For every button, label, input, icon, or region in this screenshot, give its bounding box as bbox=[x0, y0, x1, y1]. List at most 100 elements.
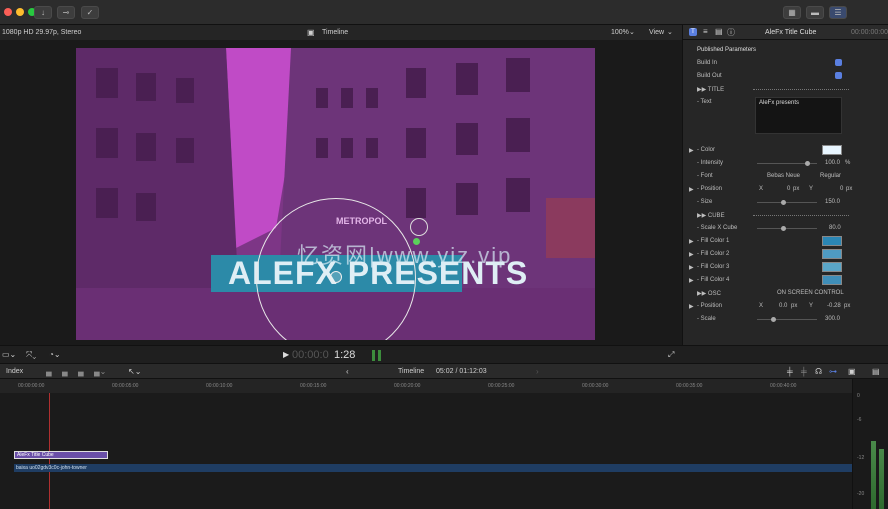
insert-clip-icon[interactable]: ▄ bbox=[62, 367, 68, 376]
disclosure-icon[interactable]: ▶ bbox=[689, 147, 694, 154]
font-row: - Font Bebas Neue Regular bbox=[697, 173, 842, 179]
title-clip[interactable]: AleFx Title Cube bbox=[14, 451, 108, 459]
timecode-prefix: 00:00:0 bbox=[292, 349, 329, 361]
build-out-row: Build Out bbox=[683, 70, 888, 83]
build-in-checkbox[interactable] bbox=[835, 59, 842, 66]
chevron-down-icon: ⌄ bbox=[667, 29, 673, 36]
import-icon[interactable]: ↓ bbox=[34, 6, 52, 19]
viewer-title: Timeline bbox=[322, 29, 349, 36]
osc-group-row: ▶▶ OSC ON SCREEN CONTROL bbox=[697, 290, 844, 297]
browser-toggle-icon[interactable]: ▦ bbox=[783, 6, 801, 19]
title-bar: ↓ ⊸ ✓ ▦ ▬ ☰ bbox=[0, 0, 888, 25]
append-clip-icon[interactable]: ▄ bbox=[78, 367, 84, 376]
ruler-tick: 00:00:15:00 bbox=[300, 383, 327, 389]
view-options-icon[interactable]: ▭⌄ bbox=[2, 350, 16, 359]
zoom-dropdown[interactable]: 100% bbox=[611, 29, 629, 36]
video-waveform-icon[interactable]: ╪ bbox=[787, 367, 793, 376]
ruler-tick: 00:00:35:00 bbox=[676, 383, 703, 389]
scale-x-row: - Scale X Cube 80.0 bbox=[697, 225, 841, 231]
forward-icon[interactable]: › bbox=[536, 367, 539, 376]
color-row: ▶ - Color bbox=[683, 144, 888, 157]
fill-color-1-swatch[interactable] bbox=[822, 236, 842, 246]
meter-bar-left bbox=[871, 441, 876, 509]
awning bbox=[546, 198, 595, 258]
ruler-tick: 00:00:40:00 bbox=[770, 383, 797, 389]
disclosure-icon[interactable]: ▶ bbox=[689, 186, 694, 193]
fill-color-3-swatch[interactable] bbox=[822, 262, 842, 272]
transform-icon[interactable]: ⤧⌄ bbox=[26, 350, 36, 360]
ruler-tick: 00:00:00:00 bbox=[18, 383, 45, 389]
index-button[interactable]: Index bbox=[6, 368, 23, 375]
play-button[interactable]: ▶ bbox=[283, 350, 289, 359]
inspector-title: AleFx Title Cube bbox=[765, 29, 817, 36]
video-inspector-icon[interactable]: ▤ bbox=[715, 27, 723, 36]
inspector-toggle-icon[interactable]: ☰ bbox=[829, 6, 847, 19]
title-inspector-icon[interactable]: T bbox=[689, 28, 697, 36]
color-swatch[interactable] bbox=[822, 145, 842, 155]
fill-color-3-row: ▶ - Fill Color 3 bbox=[683, 261, 888, 274]
fill-color-2-swatch[interactable] bbox=[822, 249, 842, 259]
clip-appearance-icon[interactable]: ▣ bbox=[848, 367, 856, 376]
skimming-icon[interactable]: ╪ bbox=[801, 367, 807, 376]
select-tool-icon[interactable]: ↖⌄ bbox=[128, 367, 141, 376]
fill-color-2-row: ▶ - Fill Color 2 bbox=[683, 248, 888, 261]
view-dropdown[interactable]: View bbox=[649, 29, 664, 36]
ruler-tick: 00:00:30:00 bbox=[582, 383, 609, 389]
speed-icon[interactable]: ◔⌄ bbox=[49, 350, 61, 359]
timeline-toggle-icon[interactable]: ▬ bbox=[806, 6, 824, 19]
keyword-icon[interactable]: ⊸ bbox=[57, 6, 75, 19]
build-out-checkbox[interactable] bbox=[835, 72, 842, 79]
background-tasks-icon[interactable]: ✓ bbox=[81, 6, 99, 19]
audio-meter-right bbox=[378, 350, 381, 361]
video-frame[interactable]: METROPOL ALEFX PRESENTS 忆资网|www.yiz.vip bbox=[76, 48, 595, 340]
clapper-icon: ▣ bbox=[307, 28, 315, 37]
effects-browser-icon[interactable]: ▤ bbox=[872, 367, 880, 376]
timeline-ruler[interactable]: 00:00:00:00 00:00:05:00 00:00:10:00 00:0… bbox=[0, 379, 852, 393]
scale-row: - Scale 300.0 bbox=[697, 316, 841, 322]
title-group-row[interactable]: ▶▶ TITLE bbox=[683, 83, 888, 96]
snapping-icon[interactable]: ⊶ bbox=[829, 367, 837, 376]
overwrite-clip-icon[interactable]: ▄⌄ bbox=[94, 367, 106, 376]
close-window-button[interactable] bbox=[4, 8, 12, 16]
connect-clip-icon[interactable]: ▄ bbox=[46, 367, 52, 376]
info-icon[interactable]: ⓘ bbox=[727, 27, 735, 38]
position-row: ▶ - Position X 0 px Y 0 px bbox=[689, 186, 853, 193]
meter-bar-right bbox=[879, 449, 884, 509]
font-style-popup[interactable]: Regular bbox=[820, 173, 841, 179]
fullscreen-icon[interactable]: ⤢ bbox=[668, 350, 674, 360]
timeline-header: Index ▄ ▄ ▄ ▄⌄ ↖⌄ ‹ Timeline 05:02 / 01:… bbox=[0, 363, 888, 379]
headphones-icon[interactable]: ☊ bbox=[815, 367, 822, 376]
position-handle[interactable] bbox=[330, 271, 342, 283]
viewer-header: 1080p HD 29.97p, Stereo ▣ Timeline 100% … bbox=[0, 25, 682, 40]
timeline-tracks[interactable]: AleFx Title Cube baixa uo02gdv3c0c-john-… bbox=[0, 393, 852, 509]
chevron-down-icon: ⌄ bbox=[629, 29, 635, 36]
minimize-window-button[interactable] bbox=[16, 8, 24, 16]
anchor-dot[interactable] bbox=[413, 238, 420, 245]
font-name-popup[interactable]: Bebas Neue bbox=[767, 173, 800, 179]
back-icon[interactable]: ‹ bbox=[346, 367, 349, 376]
inspector-panel: T ≡ ▤ ⓘ AleFx Title Cube 00:00:00:00 Pub… bbox=[682, 25, 888, 345]
meter-label: -12 bbox=[857, 455, 865, 461]
rotation-handle[interactable] bbox=[410, 218, 428, 236]
text-field[interactable]: AleFx presents bbox=[755, 97, 842, 134]
format-label: 1080p HD 29.97p, Stereo bbox=[2, 29, 82, 36]
meter-label: -6 bbox=[857, 417, 862, 423]
intensity-row: - Intensity 100.0% bbox=[697, 160, 851, 166]
position-2-row: ▶ - Position X 0.0 px Y -0.28 px bbox=[689, 303, 851, 310]
section-title: Published Parameters bbox=[697, 47, 757, 53]
text-inspector-icon[interactable]: ≡ bbox=[703, 27, 708, 36]
video-clip[interactable]: baixa uo02gdv3c0c-john-towner bbox=[14, 464, 852, 472]
cube-group-row[interactable]: ▶▶ CUBE bbox=[683, 209, 888, 222]
meter-label: -20 bbox=[857, 491, 865, 497]
osc-popup[interactable]: ON SCREEN CONTROL bbox=[777, 290, 844, 296]
build-in-row: Build In bbox=[683, 57, 888, 70]
timecode-display[interactable]: 1:28 bbox=[334, 349, 355, 361]
ruler-tick: 00:00:05:00 bbox=[112, 383, 139, 389]
ruler-tick: 00:00:25:00 bbox=[488, 383, 515, 389]
fill-color-4-swatch[interactable] bbox=[822, 275, 842, 285]
transport-bar: ▭⌄ ⤧⌄ ◔⌄ ▶ 00:00:0 1:28 ⤢ bbox=[0, 345, 888, 363]
ruler-tick: 00:00:10:00 bbox=[206, 383, 233, 389]
fill-color-1-row: ▶ - Fill Color 1 bbox=[683, 235, 888, 248]
timeline-name: Timeline bbox=[398, 368, 425, 375]
meter-label: 0 bbox=[857, 393, 860, 399]
